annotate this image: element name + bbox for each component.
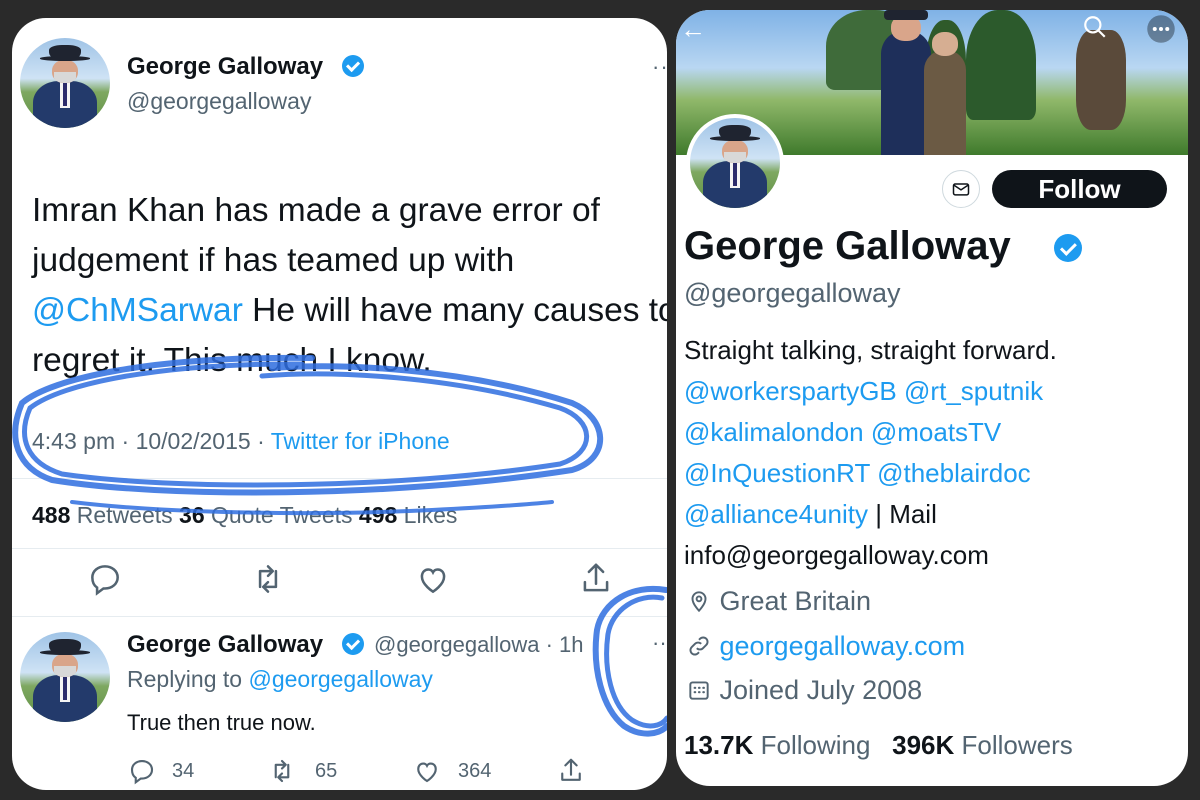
retweet-button[interactable] (249, 560, 287, 598)
reply-text: True then true now. (127, 710, 316, 735)
bio-mention[interactable]: @kalimalondon (684, 417, 864, 447)
reply-reply-button[interactable] (127, 756, 157, 786)
divider (12, 616, 667, 617)
reply-author-handle[interactable]: @georgegallowa · 1h (374, 632, 584, 658)
reply-count: 34 (172, 760, 195, 782)
bio-email: info@georgegalloway.com (684, 540, 989, 570)
profile-bio: Straight talking, straight forward. @wor… (684, 330, 1184, 576)
following-link[interactable]: 13.7K Following (684, 730, 870, 760)
replying-to: Replying to @georgegalloway (127, 666, 433, 692)
tweet-source-link[interactable]: Twitter for iPhone (271, 428, 450, 454)
reply-time[interactable]: 1h (559, 632, 583, 657)
like-button[interactable] (414, 560, 452, 598)
link-icon (689, 636, 709, 656)
retweets-stat[interactable]: 488 Retweets (32, 502, 173, 528)
reply-author-name[interactable]: George Galloway (127, 631, 323, 659)
profile-name: George Galloway (684, 224, 1011, 268)
mention-link[interactable]: @ChMSarwar (32, 292, 243, 329)
reply-like-button[interactable] (412, 756, 442, 786)
reply-icon (91, 565, 119, 596)
bio-mention[interactable]: @workerspartyGB (684, 376, 897, 406)
tweet-date[interactable]: 10/02/2015 (136, 428, 251, 454)
replying-to-link[interactable]: @georgegalloway (248, 666, 432, 692)
share-icon (583, 563, 609, 592)
bio-mention[interactable]: @theblairdoc (877, 458, 1031, 488)
like-icon (417, 762, 437, 783)
followers-link[interactable]: 396K Followers (892, 730, 1073, 760)
profile-website[interactable]: georgegalloway.com (686, 631, 965, 662)
tweet-meta: 4:43 pm · 10/02/2015 · Twitter for iPhon… (32, 428, 450, 454)
tweet-text: Imran Khan has made a grave error of jud… (32, 192, 667, 379)
message-button[interactable] (942, 170, 980, 208)
tweet-detail-card: George Galloway @georgegalloway ·· Imran… (12, 18, 667, 790)
retweet-icon (258, 565, 278, 593)
tweet-stats: 488 Retweets 36 Quote Tweets 498 Likes (32, 502, 457, 529)
verified-badge-icon (342, 55, 364, 77)
quote-tweets-stat[interactable]: 36 Quote Tweets (179, 502, 352, 528)
bio-mention[interactable]: @rt_sputnik (904, 376, 1043, 406)
follow-button[interactable]: Follow (992, 170, 1167, 208)
tweet-time[interactable]: 4:43 pm (32, 428, 115, 454)
more-icon[interactable]: ·· (652, 54, 667, 80)
reply-icon (130, 759, 154, 785)
profile-location: Great Britain (686, 586, 871, 617)
back-arrow-icon[interactable]: ← (680, 14, 706, 45)
mail-icon (952, 183, 970, 196)
divider (12, 548, 667, 549)
like-icon (420, 568, 446, 594)
profile-joined: Joined July 2008 (686, 675, 922, 706)
bio-mention[interactable]: @InQuestionRT (684, 458, 870, 488)
calendar-icon (689, 681, 709, 700)
like-count: 364 (458, 760, 492, 782)
tweet-author-handle[interactable]: @georgegalloway (127, 88, 311, 115)
reply-retweet-button[interactable] (267, 756, 297, 786)
profile-avatar[interactable] (686, 114, 784, 212)
divider (12, 478, 667, 479)
reply-button[interactable] (86, 560, 124, 598)
more-icon[interactable] (1146, 14, 1176, 44)
more-icon[interactable]: ·· (652, 630, 667, 656)
bio-mention[interactable]: @moatsTV (871, 417, 1001, 447)
location-icon (691, 591, 707, 613)
verified-badge-icon (342, 633, 364, 655)
tweet-author-avatar[interactable] (20, 38, 110, 128)
tweet-author-name[interactable]: George Galloway (127, 53, 323, 81)
bio-mention[interactable]: @alliance4unity (684, 499, 868, 529)
share-button[interactable] (577, 560, 615, 598)
verified-badge-icon (1054, 234, 1082, 262)
profile-handle: @georgegalloway (684, 278, 901, 308)
reply-share-button[interactable] (556, 756, 586, 786)
share-icon (561, 758, 581, 781)
retweet-count: 65 (315, 760, 338, 782)
retweet-icon (274, 759, 290, 783)
search-icon[interactable] (1082, 14, 1108, 40)
likes-stat[interactable]: 498 Likes (359, 502, 457, 528)
profile-counts: 13.7K Following 396K Followers (684, 730, 1073, 761)
profile-card: ← Follow George Galloway @georgegalloway… (676, 10, 1188, 786)
reply-author-avatar[interactable] (20, 632, 110, 722)
